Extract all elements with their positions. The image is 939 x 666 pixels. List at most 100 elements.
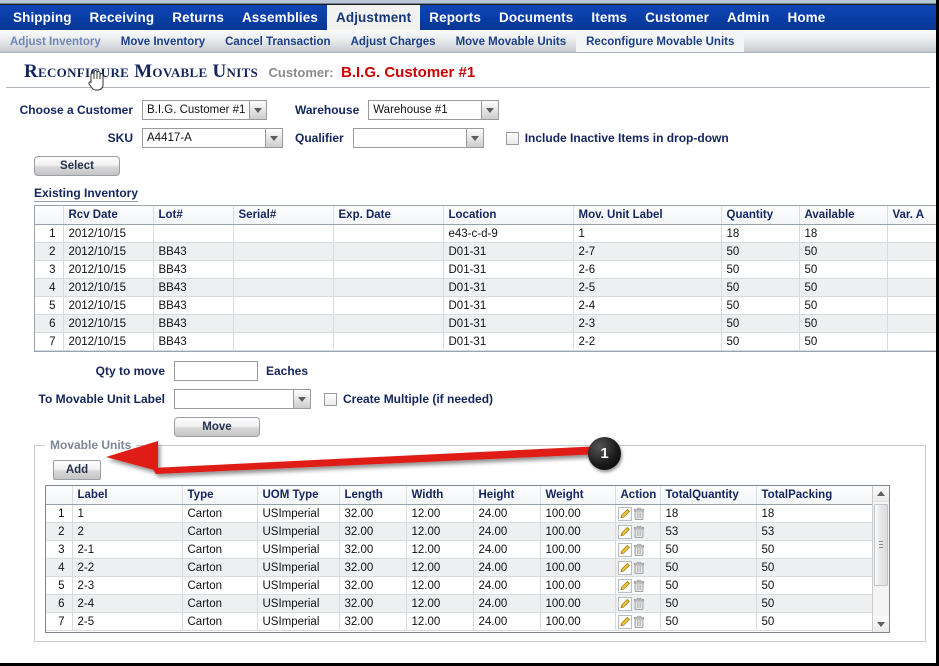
mainnav-item-adjustment[interactable]: Adjustment xyxy=(327,5,421,30)
edit-icon[interactable] xyxy=(617,524,632,539)
table-row[interactable]: 6 2012/10/15 BB43 D01-31 2-3 50 50 xyxy=(35,314,936,333)
cell-type: Carton xyxy=(182,612,258,631)
form-row-sku-qualifier: SKU A4417-A Qualifier Include Inactive I… xyxy=(0,128,936,148)
create-multiple-checkbox[interactable] xyxy=(324,392,337,406)
mainnav-item-admin[interactable]: Admin xyxy=(718,5,779,30)
scroll-up-icon[interactable] xyxy=(873,486,889,502)
table-row[interactable]: 4 2012/10/15 BB43 D01-31 2-5 50 50 xyxy=(35,278,936,297)
subnav-item-reconfigure-movable-units[interactable]: Reconfigure Movable Units xyxy=(576,30,745,52)
sku-select[interactable]: A4417-A xyxy=(142,128,283,148)
mainnav-item-reports[interactable]: Reports xyxy=(420,5,490,30)
delete-icon[interactable] xyxy=(632,525,646,539)
action-cell[interactable] xyxy=(615,612,661,631)
cell-rcv-date: 2012/10/15 xyxy=(63,296,154,315)
include-inactive-label: Include Inactive Items in drop-down xyxy=(524,131,729,145)
table-row[interactable]: 5 2012/10/15 BB43 D01-31 2-4 50 50 xyxy=(35,296,936,315)
to-movable-unit-select[interactable] xyxy=(174,389,311,409)
delete-icon[interactable] xyxy=(632,561,646,575)
cell-weight: 100.00 xyxy=(540,558,616,577)
mainnav-item-home[interactable]: Home xyxy=(778,5,834,30)
cell-available: 18 xyxy=(799,224,888,243)
cell-weight: 100.00 xyxy=(540,522,616,541)
cell-lot: BB43 xyxy=(153,296,234,315)
edit-icon[interactable] xyxy=(617,596,632,611)
table-row[interactable]: 1 1 Carton USImperial 32.00 12.00 24.00 100.00 1… xyxy=(46,504,872,523)
scroll-down-icon[interactable] xyxy=(873,616,889,632)
cell-location: D01-31 xyxy=(443,296,574,315)
cell-mov-unit-label: 2-5 xyxy=(573,278,722,297)
warehouse-select[interactable]: Warehouse #1 xyxy=(368,100,500,120)
table-row[interactable]: 2 2012/10/15 BB43 D01-31 2-7 50 50 xyxy=(35,242,936,261)
movable-units-legend: Movable Units xyxy=(45,438,137,452)
delete-icon[interactable] xyxy=(632,615,646,629)
table-row[interactable]: 3 2-1 Carton USImperial 32.00 12.00 24.00 100.0… xyxy=(46,540,872,559)
subnav-item-move-inventory[interactable]: Move Inventory xyxy=(111,30,215,52)
form-row-customer-warehouse: Choose a Customer B.I.G. Customer #1 War… xyxy=(0,100,936,120)
chevron-down-icon[interactable] xyxy=(265,129,282,147)
cell-weight: 100.00 xyxy=(540,540,616,559)
action-cell[interactable] xyxy=(615,522,661,541)
edit-icon[interactable] xyxy=(617,578,632,593)
mainnav-item-documents[interactable]: Documents xyxy=(490,5,582,30)
column-header-totalpacking: TotalPacking xyxy=(756,486,872,505)
include-inactive-checkbox[interactable] xyxy=(505,131,519,145)
subnav-item-adjust-inventory[interactable]: Adjust Inventory xyxy=(0,30,111,52)
chevron-down-icon[interactable] xyxy=(465,129,483,147)
edit-icon[interactable] xyxy=(617,542,632,557)
action-cell[interactable] xyxy=(615,576,661,595)
table-row[interactable]: 6 2-4 Carton USImperial 32.00 12.00 24.00 100.0… xyxy=(46,594,872,613)
delete-icon[interactable] xyxy=(632,597,646,611)
table-row[interactable]: 7 2012/10/15 BB43 D01-31 2-2 50 50 xyxy=(35,332,936,351)
mainnav-item-returns[interactable]: Returns xyxy=(163,5,233,30)
subnav-item-cancel-transaction[interactable]: Cancel Transaction xyxy=(215,30,340,52)
table-header-row: Label Type UOM Type Length Width Height Weight… xyxy=(46,486,872,505)
cell-location: D01-31 xyxy=(443,332,574,351)
action-cell[interactable] xyxy=(615,504,661,523)
table-row[interactable]: 3 2012/10/15 BB43 D01-31 2-6 50 50 xyxy=(35,260,936,279)
warehouse-select-value: Warehouse #1 xyxy=(373,104,448,116)
select-button[interactable]: Select xyxy=(34,156,120,176)
scrollbar-thumb[interactable] xyxy=(874,504,888,586)
main-navigation-bar: Shipping Receiving Returns Assemblies Adjust… xyxy=(0,5,936,30)
table-row[interactable]: 7 2-5 Carton USImperial 32.00 12.00 24.00 100.0… xyxy=(46,612,872,631)
cell-type: Carton xyxy=(182,504,258,523)
customer-select[interactable]: B.I.G. Customer #1 xyxy=(142,100,267,120)
table-row[interactable]: 4 2-2 Carton USImperial 32.00 12.00 24.00 100.0… xyxy=(46,558,872,577)
subnav-item-move-movable-units[interactable]: Move Movable Units xyxy=(446,30,577,52)
cell-quantity: 50 xyxy=(721,332,800,351)
edit-icon[interactable] xyxy=(617,560,632,575)
warehouse-label: Warehouse xyxy=(295,103,360,117)
action-cell[interactable] xyxy=(615,558,661,577)
table-row[interactable]: 2 2 Carton USImperial 32.00 12.00 24.00 100.00 5… xyxy=(46,522,872,541)
cell-serial xyxy=(233,314,334,333)
edit-icon[interactable] xyxy=(617,614,632,629)
subnav-item-adjust-charges[interactable]: Adjust Charges xyxy=(341,30,446,52)
cell-lot: BB43 xyxy=(153,332,234,351)
cell-serial xyxy=(233,260,334,279)
qty-to-move-input[interactable] xyxy=(174,361,258,381)
delete-icon[interactable] xyxy=(632,543,646,557)
chevron-down-icon[interactable] xyxy=(481,101,499,119)
edit-icon[interactable] xyxy=(617,506,632,521)
move-controls: Qty to move Eaches To Movable Unit Label… xyxy=(0,361,936,437)
action-cell[interactable] xyxy=(615,540,661,559)
mainnav-item-shipping[interactable]: Shipping xyxy=(4,5,81,30)
move-button[interactable]: Move xyxy=(174,417,260,437)
mainnav-item-items[interactable]: Items xyxy=(582,5,636,30)
movable-units-scrollbar[interactable] xyxy=(872,486,889,632)
table-row[interactable]: 5 2-3 Carton USImperial 32.00 12.00 24.00 100.0… xyxy=(46,576,872,595)
add-button[interactable]: Add xyxy=(53,460,101,480)
delete-icon[interactable] xyxy=(632,579,646,593)
table-row[interactable]: 1 2012/10/15 e43-c-d-9 1 18 18 xyxy=(35,224,936,243)
chevron-down-icon[interactable] xyxy=(293,390,310,408)
row-number: 4 xyxy=(46,558,73,577)
cell-exp-date xyxy=(333,332,444,351)
qualifier-select[interactable] xyxy=(352,128,484,148)
mainnav-item-customer[interactable]: Customer xyxy=(636,5,718,30)
delete-icon[interactable] xyxy=(632,507,646,521)
chevron-down-icon[interactable] xyxy=(249,101,266,119)
annotation-badge-1: 1 xyxy=(588,437,621,470)
action-cell[interactable] xyxy=(615,594,661,613)
mainnav-item-receiving[interactable]: Receiving xyxy=(81,5,164,30)
mainnav-item-assemblies[interactable]: Assemblies xyxy=(233,5,327,30)
